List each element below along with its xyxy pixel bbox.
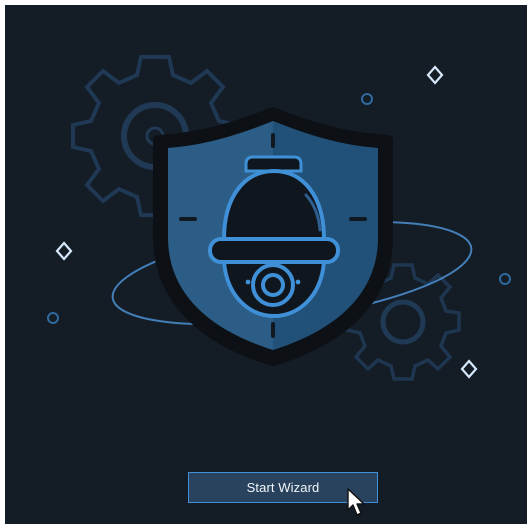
mouse-cursor-icon: [347, 488, 365, 516]
sparkle-icon: [426, 65, 444, 85]
circle-icon: [47, 312, 59, 324]
sparkle-icon: [55, 241, 73, 261]
sparkle-icon: [460, 359, 478, 379]
setup-wizard-panel: Start Wizard: [5, 5, 527, 524]
security-illustration: [47, 55, 511, 381]
circle-icon: [499, 273, 511, 285]
screen-frame: Start Wizard: [0, 0, 532, 529]
circle-icon: [361, 93, 373, 105]
security-shield-camera-icon: [153, 107, 393, 366]
